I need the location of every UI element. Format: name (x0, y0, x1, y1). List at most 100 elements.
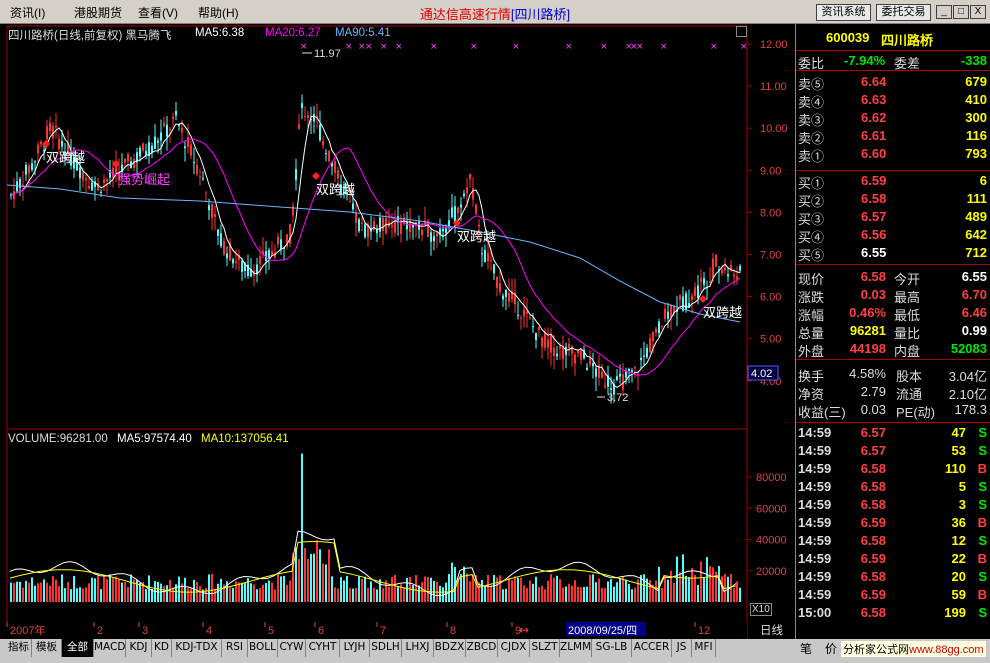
menu-view[interactable]: 查看(V) (138, 4, 178, 21)
fund-value: 4.58% (849, 366, 886, 381)
candle-body (529, 317, 531, 319)
stat-value: 0.99 (961, 323, 987, 338)
volume-bar (508, 578, 510, 602)
candle-body (601, 371, 603, 378)
candle-body (715, 254, 717, 267)
chart-toggle-icon[interactable] (736, 26, 747, 37)
signal-label: 双跨越 (316, 183, 355, 198)
sell-level: 卖① 6.60 793 (796, 145, 990, 164)
volume-bar (268, 580, 270, 602)
candle-body (16, 181, 18, 192)
volume-bar (205, 587, 207, 602)
sell-price: 6.64 (861, 74, 887, 89)
candle-body (406, 222, 408, 230)
tab-kdj[interactable]: KDJ (126, 639, 152, 657)
volume-bar (358, 576, 360, 602)
buy-label: 买⑤ (798, 248, 825, 263)
candle-body (352, 203, 354, 210)
candle-body (499, 283, 501, 292)
info-system-button[interactable]: 资讯系统 (816, 4, 871, 21)
buy-price: 6.56 (861, 227, 887, 242)
tab-sdlh[interactable]: SDLH (370, 639, 402, 657)
volume-bar (340, 577, 342, 602)
volume-bar (589, 574, 591, 602)
tick-time: 14:59 (798, 425, 832, 440)
tab-kd[interactable]: KD (152, 639, 172, 657)
volume-bar (619, 578, 621, 602)
tab-rsi[interactable]: RSI (222, 639, 248, 657)
close-icon[interactable]: X (970, 5, 986, 19)
sell-level: 卖② 6.61 116 (796, 127, 990, 146)
tab-mfi[interactable]: MFI (692, 639, 716, 657)
tab-cyht[interactable]: CYHT (306, 639, 340, 657)
volume-bar (367, 587, 369, 602)
tick-side: S (978, 533, 987, 548)
candle-body (91, 182, 93, 191)
volume-bar (448, 574, 450, 602)
tab-boll[interactable]: BOLL (248, 639, 278, 657)
candle-body (319, 125, 321, 141)
sell-volume: 793 (965, 146, 987, 161)
kline-chart[interactable]: 12.0011.0010.009.008.007.006.005.004.004… (0, 24, 795, 639)
menu-info[interactable]: 资讯(I) (10, 4, 45, 21)
volume-bar (184, 577, 186, 602)
price-axis-label: 5.00 (760, 334, 781, 346)
minimize-icon[interactable]: _ (936, 5, 952, 19)
menu-help[interactable]: 帮助(H) (198, 4, 239, 21)
signal-mark: × (512, 42, 520, 52)
candle-body (427, 220, 429, 237)
volume-bar (661, 588, 663, 602)
tab-slzt[interactable]: SLZT (530, 639, 560, 657)
tab---0[interactable]: 指标 (6, 639, 32, 657)
drag-handle-icon: ↔ (519, 623, 529, 637)
volume-bar (463, 566, 465, 602)
volume-bar (643, 574, 645, 602)
maximize-icon[interactable]: □ (953, 5, 969, 19)
volume-bar (73, 575, 75, 602)
tab-lhxj[interactable]: LHXJ (402, 639, 434, 657)
volume-bar (502, 589, 504, 602)
watermark: 分析家公式网www.88gg.com (841, 641, 986, 657)
tab-bdzx[interactable]: BDZX (434, 639, 466, 657)
volume-bar (355, 587, 357, 602)
tab-zlmm[interactable]: ZLMM (560, 639, 592, 657)
tab-zbcd[interactable]: ZBCD (466, 639, 498, 657)
tab-lyjh[interactable]: LYJH (340, 639, 370, 657)
volume-bar (283, 575, 285, 602)
candle-body (217, 229, 219, 236)
tab-accer[interactable]: ACCER (632, 639, 672, 657)
volume-bar (313, 553, 315, 602)
tab-cyw[interactable]: CYW (278, 639, 306, 657)
tick-side: S (978, 569, 987, 584)
trade-button[interactable]: 委托交易 (876, 4, 931, 21)
candle-body (646, 347, 648, 358)
volume-bar (166, 585, 168, 602)
tab-js[interactable]: JS (672, 639, 692, 657)
tab-sg-lb[interactable]: SG-LB (592, 639, 632, 657)
candle-body (292, 205, 294, 216)
volume-bar (238, 582, 240, 602)
tick-price: 6.57 (860, 425, 886, 440)
volume-bar (25, 580, 27, 602)
price-axis-label: 10.00 (760, 123, 788, 135)
tab-tick[interactable]: 笔 (800, 640, 812, 657)
volume-bar (685, 575, 687, 602)
stat-value: 6.70 (961, 287, 987, 302)
volume-bar (352, 588, 354, 602)
tab-cjdx[interactable]: CJDX (498, 639, 530, 657)
signal-mark: × (740, 42, 748, 52)
price-axis-label: 7.00 (760, 250, 781, 262)
menu-hk-futures[interactable]: 港股期货 (74, 4, 122, 21)
tab-macd[interactable]: MACD (94, 639, 126, 657)
tab---1[interactable]: 模板 (32, 639, 62, 657)
candle-body (199, 176, 201, 178)
candle-body (46, 126, 48, 140)
chart-area[interactable]: 12.00 11.00 10.00 9.00 8.00 7.00 6.00 5.00 4.00 4… (0, 24, 795, 639)
volume-bar (361, 578, 363, 602)
tab-kdj-tdx[interactable]: KDJ-TDX (172, 639, 222, 657)
volume-bar (52, 576, 54, 602)
volume-bar (490, 585, 492, 602)
tab-price[interactable]: 价 (825, 640, 837, 657)
tab---2[interactable]: 全部 (62, 639, 94, 657)
buy-volume: 712 (965, 245, 987, 260)
